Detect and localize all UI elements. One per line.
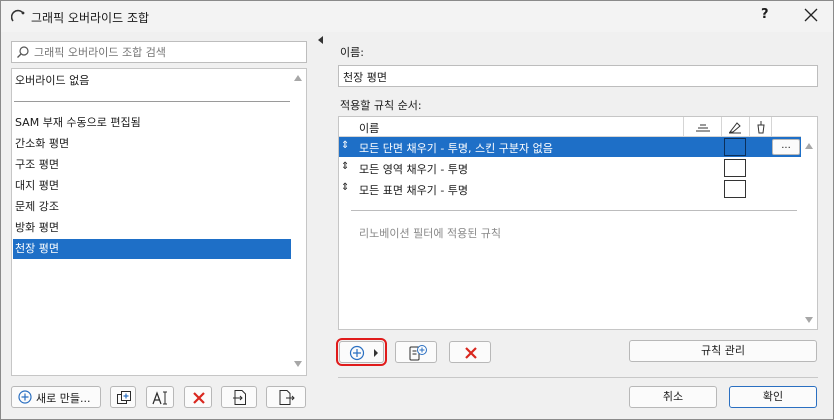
drag-handle-icon[interactable]: ⇕ xyxy=(341,140,349,151)
list-item[interactable]: 간소화 평면 xyxy=(13,134,291,154)
rule-row[interactable]: ⇕ 모든 표면 채우기 - 투명 xyxy=(339,179,801,199)
delete-button[interactable] xyxy=(184,386,212,408)
column-header-name[interactable]: 이름 xyxy=(359,120,379,136)
graphic-override-icon xyxy=(11,9,25,22)
more-options-button[interactable]: ... xyxy=(772,139,800,155)
rule-color-swatch[interactable] xyxy=(724,138,746,156)
duplicate-icon xyxy=(117,391,131,404)
column-divider xyxy=(749,117,750,137)
rule-label: 모든 단면 채우기 - 투명, 스킨 구분자 없음 xyxy=(359,142,553,155)
rule-row-selected[interactable]: ⇕ 모든 단면 채우기 - 투명, 스킨 구분자 없음 xyxy=(339,137,801,157)
panel-splitter[interactable] xyxy=(318,32,323,420)
export-icon xyxy=(279,390,295,405)
fill-pen-icon xyxy=(728,122,741,134)
name-input[interactable] xyxy=(343,69,813,85)
footer-divider xyxy=(338,377,818,378)
rename-icon xyxy=(152,391,167,405)
import-icon xyxy=(233,390,246,405)
renovation-rules-text: 리노베이션 필터에 적용된 규칙 xyxy=(359,227,502,240)
add-rule-from-library-button[interactable] xyxy=(395,341,437,363)
override-combination-list[interactable]: 오버라이드 없음 SAM 부재 수동으로 편집됨 간소화 평면 구조 평면 대지… xyxy=(11,68,307,376)
new-button-label: 새로 만들... xyxy=(36,392,91,405)
import-button[interactable] xyxy=(221,386,257,408)
list-item[interactable]: 구조 평면 xyxy=(13,155,291,175)
delete-x-icon xyxy=(465,347,477,359)
cancel-button[interactable]: 취소 xyxy=(629,386,717,408)
list-item[interactable]: SAM 부재 수동으로 편집됨 xyxy=(13,113,291,133)
list-item-selected[interactable]: 천장 평면 xyxy=(13,239,291,259)
list-item[interactable]: 방화 평면 xyxy=(13,218,291,238)
scroll-up-icon[interactable] xyxy=(294,75,302,81)
scroll-down-icon[interactable] xyxy=(294,361,302,367)
rules-scrollbar[interactable] xyxy=(801,137,817,329)
name-field[interactable] xyxy=(338,65,818,87)
cancel-label: 취소 xyxy=(662,390,684,403)
help-button[interactable]: ? xyxy=(761,7,769,22)
fill-bucket-icon xyxy=(757,121,765,134)
list-divider xyxy=(14,101,290,102)
column-divider xyxy=(683,117,684,137)
rule-color-swatch[interactable] xyxy=(724,180,746,198)
column-divider xyxy=(721,117,722,137)
close-icon[interactable] xyxy=(801,5,821,25)
export-button[interactable] xyxy=(266,386,306,408)
surface-icon xyxy=(696,124,710,132)
add-rule-button[interactable] xyxy=(336,338,387,366)
search-box[interactable] xyxy=(11,41,307,63)
title-bar: 그래픽 오버라이드 조합 ? xyxy=(0,0,834,32)
list-item[interactable]: 대지 평면 xyxy=(13,176,291,196)
name-label: 이름: xyxy=(340,46,364,59)
drag-handle-icon[interactable]: ⇕ xyxy=(341,182,349,193)
add-circle-icon xyxy=(18,390,32,404)
new-combination-button[interactable]: 새로 만들... xyxy=(11,386,101,408)
collapse-left-icon[interactable] xyxy=(318,36,323,44)
rules-table-header: 이름 xyxy=(339,117,801,137)
search-input[interactable] xyxy=(34,44,302,60)
scroll-down-icon[interactable] xyxy=(805,317,813,323)
list-item[interactable]: 문제 강조 xyxy=(13,197,291,217)
rule-label: 모든 표면 채우기 - 투명 xyxy=(359,184,469,197)
rules-order-label: 적용할 규칙 순서: xyxy=(340,99,422,112)
rule-library-icon xyxy=(409,345,427,361)
rules-table: 이름 ⇕ 모든 단면 채우기 - 투명, 스킨 구분자 없음 ... ⇕ 모든 … xyxy=(338,116,818,330)
delete-x-icon xyxy=(193,392,205,404)
list-item-none[interactable]: 오버라이드 없음 xyxy=(13,71,291,91)
dropdown-arrow-icon xyxy=(374,349,378,357)
rule-label: 모든 영역 채우기 - 투명 xyxy=(359,163,469,176)
renovation-divider xyxy=(351,210,797,211)
scroll-up-icon[interactable] xyxy=(805,143,813,149)
ok-button[interactable]: 확인 xyxy=(729,386,817,408)
search-icon xyxy=(17,46,29,58)
manage-rules-button[interactable]: 규칙 관리 xyxy=(629,340,817,362)
window-title: 그래픽 오버라이드 조합 xyxy=(31,11,150,25)
drag-handle-icon[interactable]: ⇕ xyxy=(341,161,349,172)
list-scrollbar[interactable] xyxy=(290,69,306,375)
duplicate-button[interactable] xyxy=(110,386,136,408)
rule-row[interactable]: ⇕ 모든 영역 채우기 - 투명 xyxy=(339,158,801,178)
add-circle-icon xyxy=(349,345,365,361)
rename-button[interactable] xyxy=(146,386,174,408)
column-divider xyxy=(771,117,772,137)
ok-label: 확인 xyxy=(762,390,784,403)
manage-rules-label: 규칙 관리 xyxy=(701,344,745,357)
rule-color-swatch[interactable] xyxy=(724,159,746,177)
remove-rule-button[interactable] xyxy=(449,341,491,363)
